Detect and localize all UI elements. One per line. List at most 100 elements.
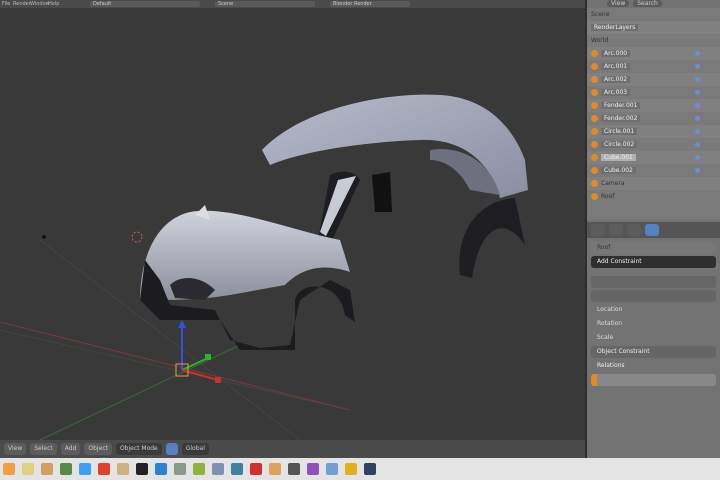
3d-viewport[interactable] [0,8,585,440]
object-icon [591,50,598,57]
object-icon [591,63,598,70]
right-panels: View Search Scene RenderLayers World Arc… [585,0,720,458]
layout-selector[interactable]: Default [90,1,200,7]
outliner-item[interactable]: Circle.002 [587,138,720,151]
outliner-item[interactable]: Roof [587,190,720,203]
outliner-item[interactable]: Arc.000 [587,47,720,60]
monitor-icon[interactable] [174,463,186,475]
outliner-item[interactable]: Camera [587,177,720,190]
outliner-item[interactable]: Circle.001 [587,125,720,138]
visibility-icon[interactable] [695,77,700,82]
visibility-icon[interactable] [695,64,700,69]
object-icon [591,167,598,174]
outliner: Scene RenderLayers World Arc.000 Arc.001… [587,8,720,220]
visibility-icon[interactable] [695,51,700,56]
item-label: Fender.001 [601,102,641,109]
outliner-item[interactable]: Arc.003 [587,86,720,99]
outliner-item[interactable]: Fender.001 [587,99,720,112]
menu-help[interactable]: Help [48,1,59,7]
visibility-icon[interactable] [695,116,700,121]
item-label: Circle.002 [601,141,638,148]
scene-tab[interactable] [609,224,623,236]
menu-object[interactable]: Object [84,443,112,455]
object-icon [591,193,598,200]
folder-icon[interactable] [41,463,53,475]
menu-render[interactable]: Render [13,1,31,7]
settings-icon[interactable] [79,463,91,475]
outliner-item[interactable]: Cube.002 [587,164,720,177]
mail-icon[interactable] [98,463,110,475]
outliner-item[interactable]: Arc.002 [587,73,720,86]
video-icon[interactable] [326,463,338,475]
car-roof [262,94,528,198]
outliner-item[interactable]: Cube.001 [587,151,720,164]
outliner-item[interactable]: World [587,34,720,47]
menu-window[interactable]: Window [30,1,50,7]
notes-icon[interactable] [22,463,34,475]
calc-icon[interactable] [250,463,262,475]
item-label: RenderLayers [591,24,639,31]
camera-icon[interactable] [345,463,357,475]
files-icon[interactable] [3,463,15,475]
menu-select[interactable]: Select [30,443,57,455]
outliner-item[interactable]: RenderLayers [587,21,720,34]
mode-field[interactable] [591,276,716,288]
music-icon[interactable] [155,463,167,475]
render-tab[interactable] [591,224,605,236]
visibility-icon[interactable] [695,168,700,173]
item-label: Cube.002 [601,167,636,174]
world-tab[interactable] [627,224,641,236]
section-header[interactable]: Add Constraint [591,256,716,268]
object-icon [591,128,598,135]
object-icon [591,141,598,148]
sheet-icon[interactable] [212,463,224,475]
lamp-icon [42,235,46,239]
menu-file[interactable]: File [2,1,10,7]
constraints-tab[interactable] [645,224,659,236]
visibility-icon[interactable] [695,142,700,147]
item-label: Arc.001 [601,63,631,70]
disk-icon[interactable] [269,463,281,475]
menu-view[interactable]: View [4,443,27,455]
mode-selector[interactable]: Object Mode [115,443,162,455]
visibility-icon[interactable] [695,103,700,108]
menu-add[interactable]: Add [60,443,81,455]
book-icon[interactable] [231,463,243,475]
constraint-dropdown[interactable]: Object Constraint [591,346,716,358]
viewport-header: View Select Add Object Object Mode Globa… [0,440,585,458]
photo-icon[interactable] [288,463,300,475]
visibility-icon[interactable] [695,155,700,160]
item-label: Roof [601,193,615,200]
object-icon [591,102,598,109]
chart-icon[interactable] [193,463,205,475]
pivot-selector[interactable]: Global [181,443,209,455]
chat-icon[interactable] [364,463,376,475]
outliner-item[interactable]: Arc.001 [587,60,720,73]
outliner-tab-search[interactable]: Search [633,0,662,7]
outliner-item[interactable]: Scene [587,8,720,21]
render-engine-selector[interactable]: Blender Render [330,1,410,7]
rotation-label: Rotation [597,320,623,327]
outliner-tab-view[interactable]: View [607,0,630,7]
store-icon[interactable] [307,463,319,475]
car-pillars [318,171,392,245]
image-icon[interactable] [136,463,148,475]
properties-panel: Roof Add Constraint Location Rotation Sc… [587,240,720,458]
object-icon [591,154,598,161]
constraint-type[interactable] [591,290,716,302]
item-label: World [591,37,609,44]
terminal-icon[interactable] [60,463,72,475]
visibility-icon[interactable] [695,129,700,134]
item-label: Circle.001 [601,128,638,135]
item-label: Arc.000 [601,50,631,57]
3d-cursor-icon[interactable] [131,231,143,243]
object-icon [591,89,598,96]
x-axis-line [0,321,351,411]
item-label: Scene [591,11,610,18]
scene-selector[interactable]: Scene [215,1,315,7]
outliner-item[interactable]: Fender.002 [587,112,720,125]
visibility-icon[interactable] [695,90,700,95]
manipulator-toggle[interactable] [165,443,178,455]
browser-icon[interactable] [117,463,129,475]
parent-field[interactable] [591,374,716,386]
